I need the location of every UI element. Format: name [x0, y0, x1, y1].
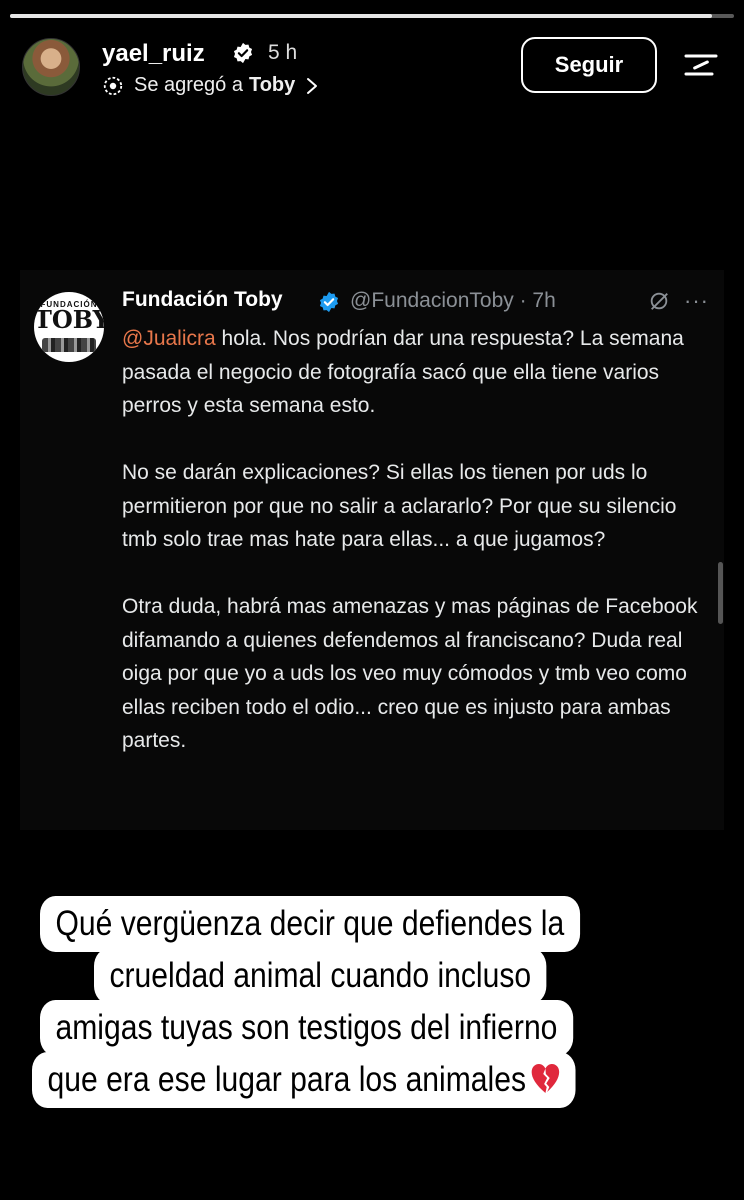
dogs-illustration [42, 338, 96, 352]
scrollbar[interactable] [718, 562, 723, 624]
tweet-avatar[interactable]: FUNDACIÓN TOBY [34, 292, 104, 362]
tweet-card: FUNDACIÓN TOBY Fundación Toby @Fundacion… [20, 270, 724, 830]
chevron-right-icon [307, 77, 318, 94]
verified-icon [319, 291, 339, 313]
menu-icon[interactable] [682, 52, 720, 78]
tweet-paragraph-2: No se darán explicaciones? Si ellas los … [122, 461, 677, 551]
tweet-paragraph-3: Otra duda, habrá mas amenazas y mas pági… [122, 595, 698, 752]
avatar[interactable] [22, 38, 80, 96]
tweet-handle-time[interactable]: @FundacionToby · 7h [350, 289, 556, 313]
added-prefix: Se agregó a [134, 74, 243, 96]
story-progress-bar [10, 14, 734, 18]
caption-line-4-text: que era ese lugar para los animales [47, 1060, 527, 1099]
tweet-author-name[interactable]: Fundación Toby [122, 288, 283, 312]
broken-heart-icon [532, 1064, 560, 1093]
tweet-paragraph-1: @Jualicra hola. Nos podrían dar una resp… [122, 322, 712, 423]
caption-line-4: que era ese lugar para los animales [32, 1052, 576, 1108]
circle-dot-icon [103, 76, 123, 95]
verified-icon [233, 42, 253, 64]
mention-link[interactable]: @Jualicra [122, 327, 216, 350]
progress-fill [10, 14, 713, 18]
grok-icon[interactable] [648, 290, 670, 312]
tweet-text: @Jualicra hola. Nos podrían dar una resp… [122, 322, 712, 758]
follow-button[interactable]: Seguir [521, 37, 657, 93]
added-target: Toby [248, 74, 296, 96]
caption-line-2: crueldad animal cuando incluso [94, 948, 547, 1004]
added-to-link[interactable]: Se agregó a Toby [102, 74, 319, 97]
username[interactable]: yael_ruiz [102, 40, 205, 68]
avatar-text-main: TOBY [34, 305, 104, 334]
caption-line-3: amigas tuyas son testigos del infierno [40, 1000, 573, 1056]
caption-line-1: Qué vergüenza decir que defiendes la [40, 896, 580, 952]
post-time: 5 h [268, 41, 298, 64]
more-options-icon[interactable]: ··· [684, 288, 709, 314]
